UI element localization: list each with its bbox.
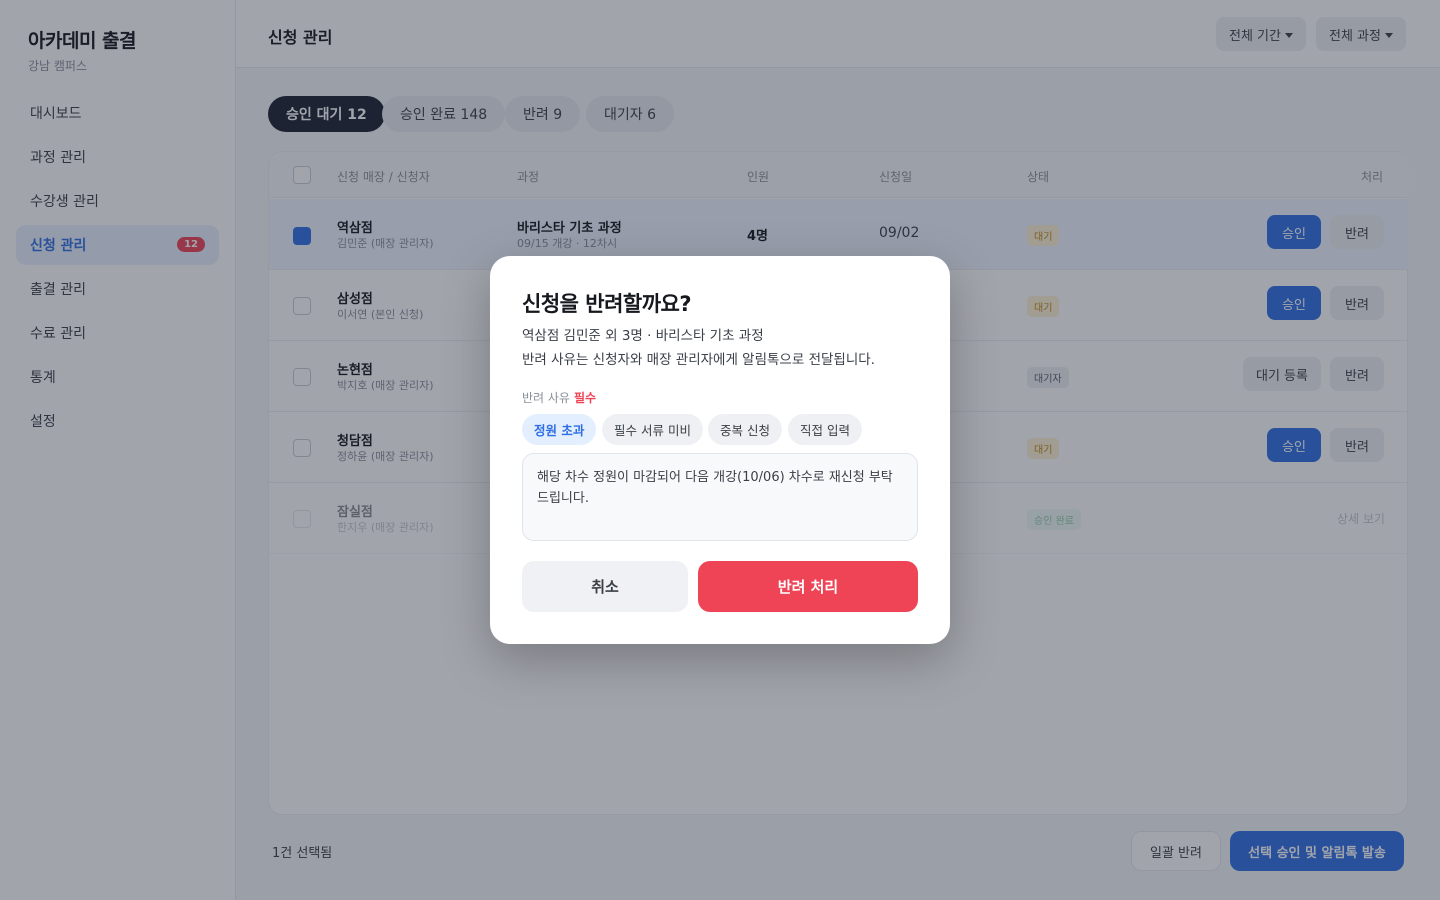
reason-chip-custom[interactable]: 직접 입력 [788,414,862,445]
required-marker: 필수 [573,391,597,405]
dialog-summary: 역삼점 김민준 외 3명 · 바리스타 기초 과정 [522,328,764,344]
reason-chip-capacity[interactable]: 정원 초과 [522,414,597,445]
reject-dialog: 신청을 반려할까요? 역삼점 김민준 외 3명 · 바리스타 기초 과정 반려 … [490,256,950,644]
dialog-title: 신청을 반려할까요? [522,292,692,316]
confirm-reject-button[interactable]: 반려 처리 [698,561,918,612]
cancel-button[interactable]: 취소 [522,561,688,612]
reason-chip-duplicate[interactable]: 중복 신청 [708,414,782,445]
reason-label-group: 반려 사유 필수 [522,389,596,406]
reason-chip-missing-docs[interactable]: 필수 서류 미비 [602,414,703,445]
reason-textarea[interactable]: 해당 차수 정원이 마감되어 다음 개강(10/06) 차수로 재신청 부탁드립… [522,453,918,541]
reason-label: 반려 사유 [522,391,570,405]
dialog-description: 반려 사유는 신청자와 매장 관리자에게 알림톡으로 전달됩니다. [522,352,875,368]
